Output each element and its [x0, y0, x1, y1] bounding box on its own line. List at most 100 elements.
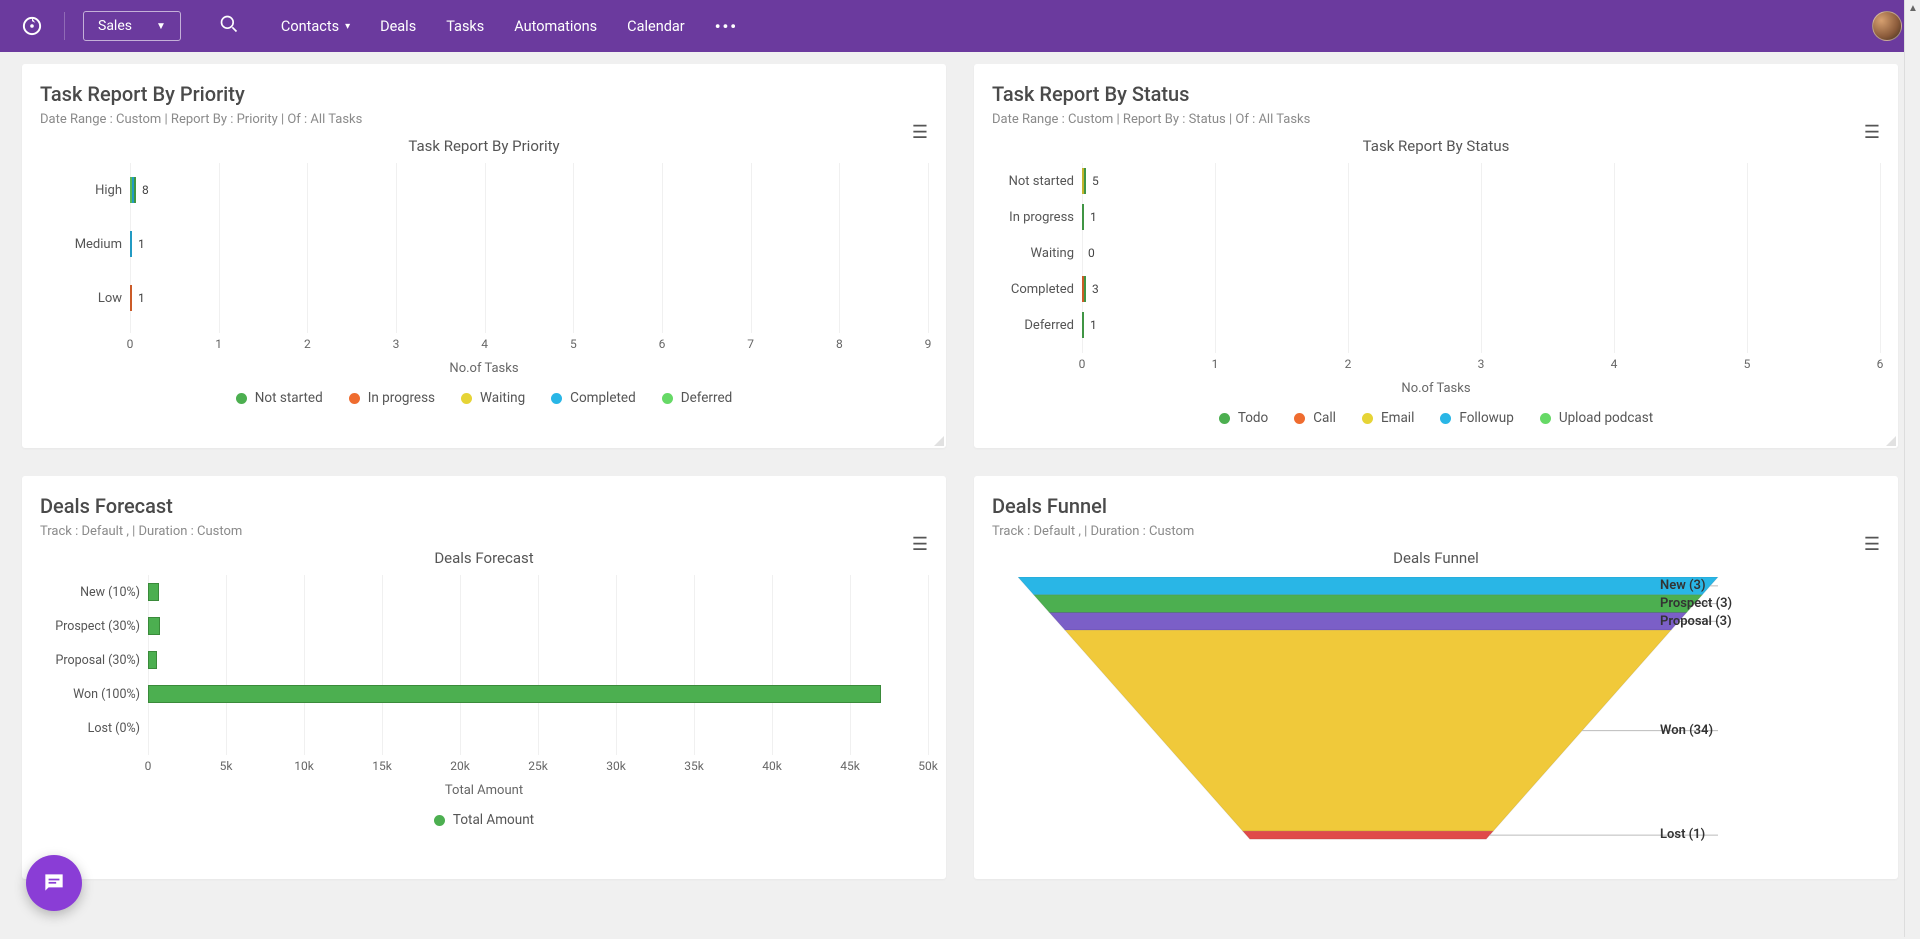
card-title: Task Report By Status — [992, 82, 1880, 106]
xaxis-tick: 2 — [304, 337, 311, 351]
app-logo-icon[interactable] — [18, 12, 46, 40]
legend-dot-icon — [1219, 413, 1230, 424]
legend-label: Todo — [1238, 410, 1268, 426]
bar-segment[interactable] — [130, 285, 132, 311]
legend-label: Followup — [1459, 410, 1513, 426]
vertical-scrollbar[interactable]: ▲ — [1904, 0, 1920, 937]
funnel-slice[interactable] — [1018, 577, 1718, 595]
bar-category-label: Deferred — [992, 318, 1074, 333]
nav-item-calendar[interactable]: Calendar — [627, 17, 685, 36]
caret-down-icon: ▾ — [345, 21, 350, 32]
legend-label: Completed — [570, 390, 636, 406]
nav-item-automations[interactable]: Automations — [514, 17, 597, 36]
nav-item-label: Calendar — [627, 18, 685, 35]
chart-bar-row: Low1 — [130, 271, 928, 325]
resize-handle-icon[interactable] — [1882, 432, 1896, 446]
legend-item[interactable]: Followup — [1440, 410, 1513, 426]
legend-item[interactable]: Total Amount — [434, 812, 534, 828]
funnel-slice[interactable] — [1243, 831, 1493, 839]
chart-menu-icon[interactable]: ☰ — [1864, 534, 1880, 555]
xaxis-label: No.of Tasks — [992, 381, 1880, 396]
xaxis-tick: 20k — [450, 759, 470, 773]
nav-item-tasks[interactable]: Tasks — [446, 17, 484, 36]
user-avatar[interactable] — [1872, 11, 1902, 41]
bar-segment[interactable] — [1084, 276, 1086, 302]
bar-segment[interactable] — [148, 583, 159, 601]
nav-item-deals[interactable]: Deals — [380, 17, 416, 36]
bar-segment[interactable] — [1082, 312, 1084, 338]
legend-item[interactable]: Completed — [551, 390, 636, 406]
nav-item-contacts[interactable]: Contacts ▾ — [281, 17, 350, 36]
funnel-slice[interactable] — [1065, 630, 1671, 831]
card-task-priority: Task Report By Priority Date Range : Cus… — [22, 64, 946, 448]
bar-segment[interactable] — [148, 617, 160, 635]
chart-bar-row: Waiting0 — [1082, 235, 1880, 271]
nav-more-icon[interactable]: ••• — [715, 17, 738, 36]
bar-segment[interactable] — [148, 651, 157, 669]
scroll-up-icon[interactable]: ▲ — [1905, 0, 1920, 16]
legend-item[interactable]: Email — [1362, 410, 1414, 426]
funnel-stage-label: Prospect (3) — [1660, 596, 1732, 611]
card-subtitle: Track : Default , | Duration : Custom — [992, 524, 1880, 539]
module-selector[interactable]: Sales ▼ — [83, 11, 181, 41]
xaxis-tick: 5k — [220, 759, 233, 773]
card-task-status: Task Report By Status Date Range : Custo… — [974, 64, 1898, 448]
search-icon[interactable] — [219, 14, 239, 38]
bar-category-label: High — [40, 183, 122, 198]
chat-icon — [41, 870, 67, 896]
bar-segment[interactable] — [134, 177, 136, 203]
bar-total-label: 8 — [142, 183, 149, 197]
bar-segment[interactable] — [1084, 168, 1086, 194]
legend-item[interactable]: Waiting — [461, 390, 525, 406]
xaxis-tick: 9 — [925, 337, 932, 351]
bar-total-label: 1 — [1090, 210, 1097, 224]
resize-handle-icon[interactable] — [930, 432, 944, 446]
bar-category-label: In progress — [992, 210, 1074, 225]
chart-funnel: New (3)Prospect (3)Proposal (3)Won (34)L… — [992, 577, 1880, 857]
legend-item[interactable]: Todo — [1219, 410, 1268, 426]
chart-bar-row: In progress1 — [1082, 199, 1880, 235]
bar-category-label: New (10%) — [48, 585, 140, 600]
xaxis-tick: 2 — [1345, 357, 1352, 371]
chart-legend: Not started In progress Waiting Completed De… — [40, 390, 928, 406]
bar-segment[interactable] — [130, 231, 132, 257]
legend-item[interactable]: Upload podcast — [1540, 410, 1653, 426]
dashboard-content: Task Report By Priority Date Range : Cus… — [0, 52, 1920, 939]
xaxis-tick: 15k — [372, 759, 392, 773]
chart-bar-row: High8 — [130, 163, 928, 217]
bar-segment[interactable] — [1082, 204, 1084, 230]
bar-total-label: 3 — [1092, 282, 1099, 296]
bar-segment[interactable] — [148, 685, 881, 703]
chat-fab[interactable] — [26, 855, 82, 911]
chart-menu-icon[interactable]: ☰ — [1864, 122, 1880, 143]
legend-label: Deferred — [681, 390, 733, 406]
bar-total-label: 5 — [1092, 174, 1099, 188]
legend-label: Total Amount — [453, 812, 534, 828]
chart-menu-icon[interactable]: ☰ — [912, 122, 928, 143]
legend-label: Not started — [255, 390, 323, 406]
nav-item-label: Automations — [514, 18, 597, 35]
chart-bar-row: Medium1 — [130, 217, 928, 271]
legend-label: In progress — [368, 390, 435, 406]
legend-item[interactable]: Call — [1294, 410, 1336, 426]
funnel-stage-label: Lost (1) — [1660, 827, 1705, 842]
legend-item[interactable]: Not started — [236, 390, 323, 406]
legend-dot-icon — [1362, 413, 1373, 424]
legend-item[interactable]: In progress — [349, 390, 435, 406]
legend-dot-icon — [1440, 413, 1451, 424]
legend-item[interactable]: Deferred — [662, 390, 733, 406]
legend-label: Call — [1313, 410, 1336, 426]
chart-title: Deals Funnel — [992, 549, 1880, 567]
chart-menu-icon[interactable]: ☰ — [912, 534, 928, 555]
xaxis-tick: 7 — [747, 337, 754, 351]
xaxis-tick: 6 — [1877, 357, 1884, 371]
nav-item-label: Deals — [380, 18, 416, 35]
xaxis-tick: 3 — [1478, 357, 1485, 371]
funnel-slice[interactable] — [1034, 595, 1703, 613]
funnel-slice[interactable] — [1049, 612, 1686, 630]
card-deals-forecast: Deals Forecast Track : Default , | Durat… — [22, 476, 946, 879]
xaxis-tick: 50k — [918, 759, 938, 773]
top-nav: Sales ▼ Contacts ▾ Deals Tasks Automatio… — [0, 0, 1920, 52]
legend-label: Upload podcast — [1559, 410, 1653, 426]
chart-bar-row: Not started5 — [1082, 163, 1880, 199]
